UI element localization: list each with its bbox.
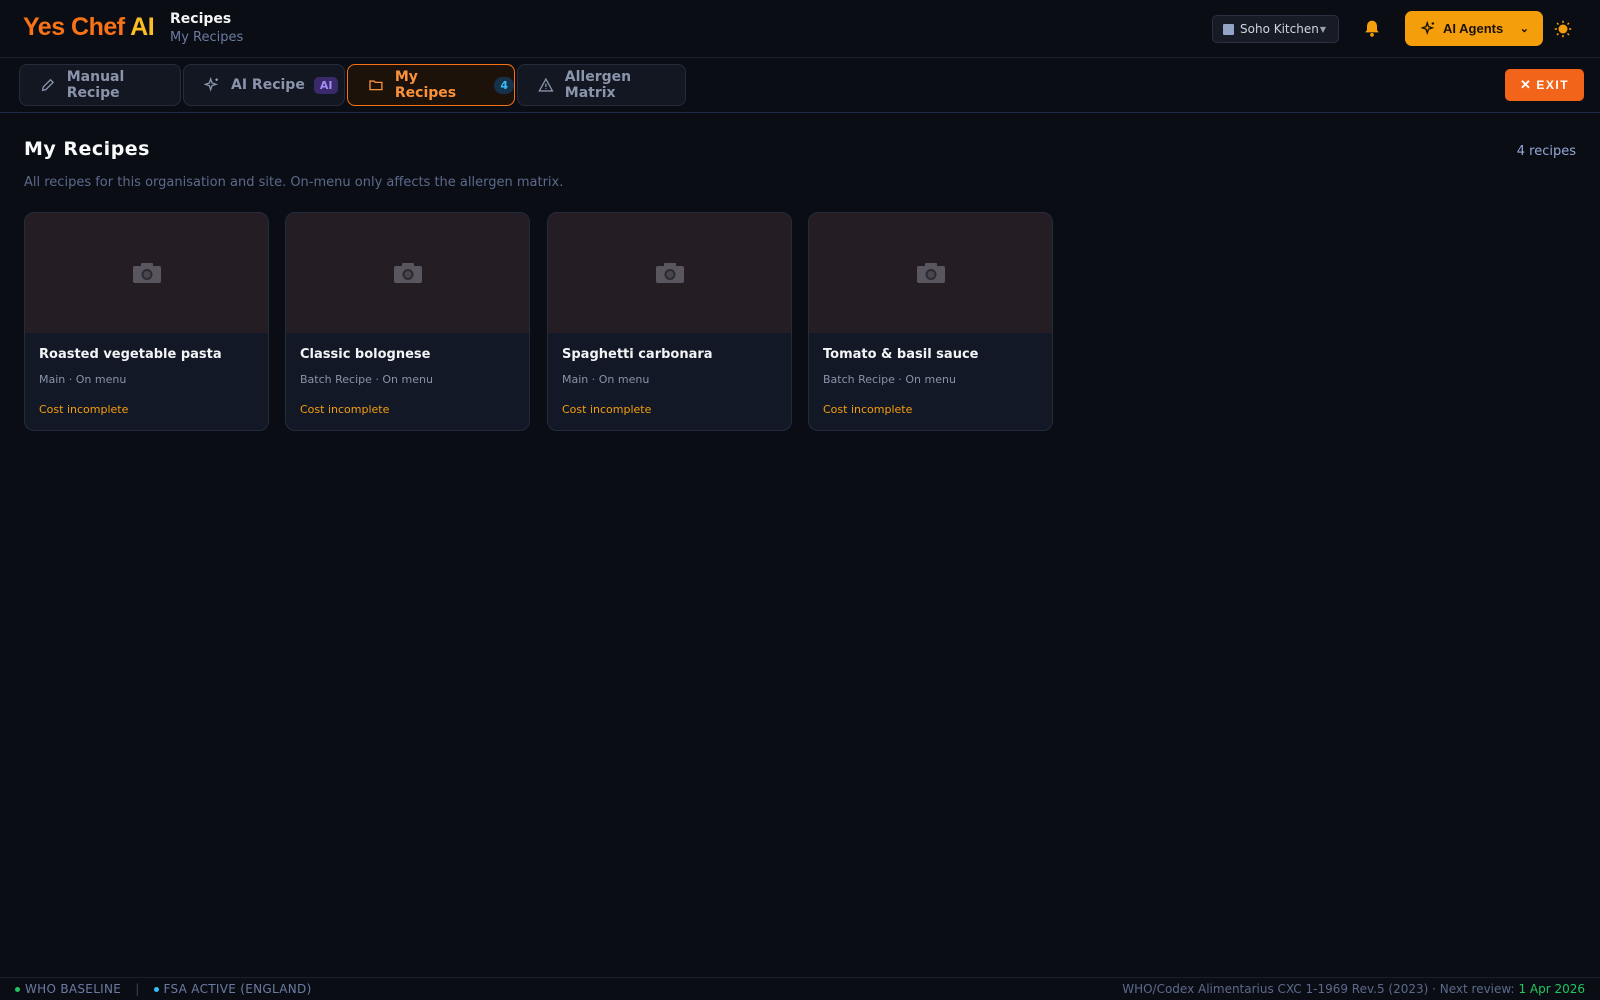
site-selector[interactable]: Soho Kitchen ▼ xyxy=(1212,15,1339,43)
page-heading: Recipes My Recipes xyxy=(170,11,243,45)
recipe-meta: Main · On menu xyxy=(39,373,127,386)
recipe-count: 4 recipes xyxy=(1516,144,1576,159)
sparkles-icon xyxy=(1421,21,1435,36)
tab-manual-recipe[interactable]: Manual Recipe xyxy=(19,64,181,106)
top-header: Yes Chef AI Recipes My Recipes Soho Kitc… xyxy=(0,0,1600,58)
tab-bar: Manual Recipe AI Recipe AI My Recipes 4 … xyxy=(0,58,1600,113)
fsa-status: FSA ACTIVE (ENGLAND) xyxy=(163,982,312,996)
divider: | xyxy=(135,982,140,996)
recipe-meta: Batch Recipe · On menu xyxy=(300,373,433,386)
camera-icon xyxy=(393,263,422,283)
camera-icon xyxy=(132,263,161,283)
status-dot xyxy=(15,986,20,992)
section-subtitle: My Recipes xyxy=(170,30,244,45)
close-icon: ✕ xyxy=(1519,77,1533,92)
tab-allergen-matrix[interactable]: Allergen Matrix xyxy=(517,64,686,106)
recipe-card[interactable]: Spaghetti carbonara Main · On menu Cost … xyxy=(547,212,792,431)
recipe-meta: Main · On menu xyxy=(562,373,650,386)
recipe-name: Roasted vegetable pasta xyxy=(39,347,222,362)
caret-down-icon: ▼ xyxy=(1319,24,1326,34)
count-badge: 4 xyxy=(494,76,514,94)
cost-status: Cost incomplete xyxy=(562,403,652,416)
compliance-status: WHO BASELINE | FSA ACTIVE (ENGLAND) xyxy=(15,982,312,996)
sun-icon[interactable] xyxy=(1554,20,1572,38)
exit-button[interactable]: ✕ EXIT xyxy=(1505,69,1584,101)
recipe-meta: Batch Recipe · On menu xyxy=(823,373,956,386)
bell-icon[interactable] xyxy=(1362,19,1382,39)
recipe-name: Classic bolognese xyxy=(300,347,431,362)
cost-status: Cost incomplete xyxy=(300,403,390,416)
sparkles-icon xyxy=(204,77,219,92)
section-title: Recipes xyxy=(170,11,232,27)
recipe-image-placeholder xyxy=(548,213,791,333)
camera-icon xyxy=(916,263,945,283)
status-footer: WHO BASELINE | FSA ACTIVE (ENGLAND) WHO/… xyxy=(0,977,1600,1000)
camera-icon xyxy=(655,263,684,283)
pencil-icon xyxy=(41,78,55,92)
building-icon xyxy=(1223,23,1234,35)
page-subtitle: All recipes for this organisation and si… xyxy=(24,175,564,190)
reference-text: WHO/Codex Alimentarius CXC 1-1969 Rev.5 … xyxy=(1122,982,1515,996)
tab-my-recipes[interactable]: My Recipes 4 xyxy=(347,64,515,106)
recipe-image-placeholder xyxy=(25,213,268,333)
brand-logo[interactable]: Yes Chef AI xyxy=(23,13,155,42)
recipe-image-placeholder xyxy=(286,213,529,333)
recipe-image-placeholder xyxy=(809,213,1052,333)
cost-status: Cost incomplete xyxy=(39,403,129,416)
warning-triangle-icon xyxy=(538,77,554,92)
reference-info: WHO/Codex Alimentarius CXC 1-1969 Rev.5 … xyxy=(1122,982,1585,996)
chevron-down-icon: ⌄ xyxy=(1519,23,1529,35)
cost-status: Cost incomplete xyxy=(823,403,913,416)
status-dot xyxy=(153,986,159,992)
recipe-name: Spaghetti carbonara xyxy=(562,347,713,362)
recipe-name: Tomato & basil sauce xyxy=(823,347,979,362)
recipe-card[interactable]: Tomato & basil sauce Batch Recipe · On m… xyxy=(808,212,1053,431)
who-baseline-status: WHO BASELINE xyxy=(25,982,122,996)
recipe-card[interactable]: Classic bolognese Batch Recipe · On menu… xyxy=(285,212,530,431)
review-date: 1 Apr 2026 xyxy=(1518,982,1585,996)
folder-icon xyxy=(369,80,383,91)
site-selector-label: Soho Kitchen xyxy=(1240,22,1319,36)
ai-badge: AI xyxy=(313,76,339,94)
ai-agents-button[interactable]: AI Agents ⌄ xyxy=(1405,11,1543,46)
tab-ai-recipe[interactable]: AI Recipe AI xyxy=(183,64,345,106)
page-title: My Recipes xyxy=(24,138,150,160)
recipe-card[interactable]: Roasted vegetable pasta Main · On menu C… xyxy=(24,212,269,431)
